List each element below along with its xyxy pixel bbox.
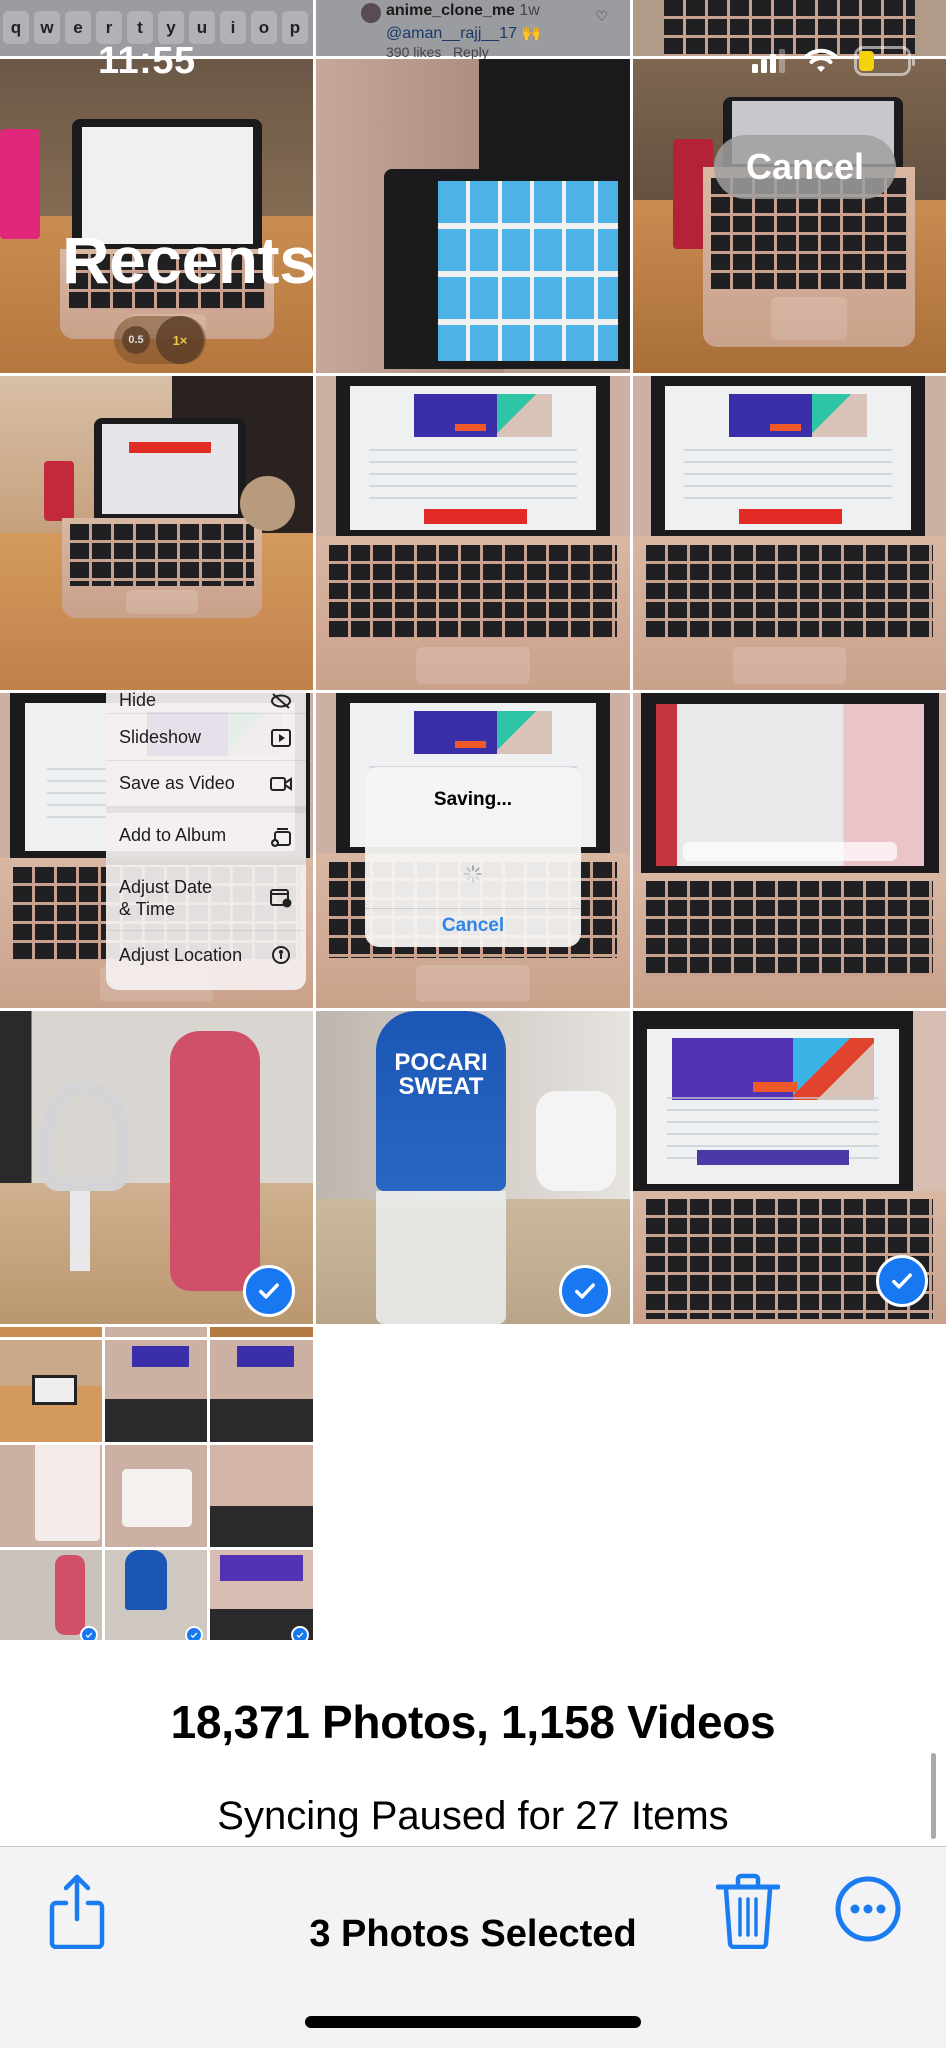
- camera-zoom-control: 0.5 1×: [114, 316, 206, 364]
- context-menu-in-photo: Hide Slideshow Save as Video Add to Albu…: [106, 690, 306, 990]
- status-icons: [752, 46, 916, 76]
- menu-item-adjust-date-time: Adjust Date & Time: [106, 865, 306, 931]
- keyboard-key: q: [3, 11, 29, 44]
- keyboard-key: w: [34, 11, 60, 44]
- library-counts: 18,371 Photos, 1,158 Videos: [170, 1696, 776, 1748]
- selected-checkmark[interactable]: [876, 1255, 928, 1307]
- photo-tile-selected[interactable]: [0, 1011, 313, 1324]
- checkmark-icon: [85, 1632, 93, 1638]
- alert-title: Saving...: [433, 789, 513, 810]
- selection-count-label: 3 Photos Selected: [309, 1913, 637, 1955]
- cellular-signal-icon: [752, 49, 785, 73]
- menu-item-save-as-video: Save as Video: [106, 761, 306, 807]
- photo-tile[interactable]: [633, 693, 946, 1008]
- menu-item-slideshow: Slideshow: [106, 715, 306, 761]
- comment-avatar: [361, 3, 381, 23]
- checkmark-icon: [190, 1632, 198, 1638]
- keyboard-key: e: [65, 11, 91, 44]
- selected-checkmark: [80, 1626, 98, 1640]
- cancel-selection-button[interactable]: Cancel: [714, 135, 896, 199]
- menu-item-label: Slideshow: [119, 727, 202, 747]
- comment-likes: 390 likes Reply: [386, 44, 489, 60]
- eye-slash-icon: [270, 690, 292, 712]
- comment-text: @aman__rajj__17 🙌: [386, 25, 542, 42]
- video-camera-icon: [270, 773, 292, 795]
- comment-age: 1w: [519, 2, 540, 19]
- photo-tile[interactable]: [0, 376, 313, 690]
- zoom-option-1x: 1×: [156, 316, 204, 364]
- saving-alert-in-photo: Saving... Cancel: [365, 767, 581, 947]
- battery-low-icon: [854, 46, 915, 76]
- spinner-icon: [464, 865, 482, 883]
- selection-toolbar: 3 Photos Selected: [0, 1846, 946, 2048]
- selected-checkmark[interactable]: [243, 1265, 295, 1317]
- menu-item-label: Adjust Location: [119, 944, 243, 965]
- comment-username-text: anime_clone_me: [386, 2, 515, 19]
- album-title: Recents: [62, 223, 316, 297]
- status-time: 11:55: [98, 40, 196, 82]
- photo-tile[interactable]: [316, 59, 630, 373]
- heart-icon: ♡: [595, 8, 608, 24]
- checkmark-icon: [259, 1283, 279, 1299]
- sync-status: Syncing Paused for 27 Items: [217, 1794, 729, 1838]
- alert-cancel-text: Cancel: [441, 915, 505, 936]
- comment-likes-count: 390 likes: [386, 44, 442, 60]
- bottle-label: POCARI SWEAT: [394, 1049, 488, 1100]
- keyboard-key: i: [220, 11, 246, 44]
- more-button[interactable]: [832, 1873, 904, 1945]
- wifi-icon: [804, 48, 838, 72]
- menu-item-label: Add to Album: [119, 825, 227, 845]
- selected-checkmark: [185, 1626, 203, 1640]
- photo-tile-selected[interactable]: POCARI SWEAT: [316, 1011, 630, 1324]
- delete-button[interactable]: [712, 1871, 784, 1951]
- trash-icon: [716, 1873, 780, 1949]
- photo-tile[interactable]: [316, 376, 630, 690]
- checkmark-icon: [296, 1632, 304, 1638]
- menu-item-hide: Hide: [106, 690, 306, 714]
- keyboard-key: o: [251, 11, 277, 44]
- alert-divider: [365, 908, 581, 909]
- selected-checkmark[interactable]: [559, 1265, 611, 1317]
- menu-item-label: Save as Video: [119, 773, 235, 793]
- menu-item-add-to-album: Add to Album: [106, 813, 306, 859]
- zoom-option-0.5: 0.5: [122, 326, 150, 354]
- ellipsis-circle-icon: [835, 1876, 901, 1942]
- menu-item-adjust-location: Adjust Location: [106, 931, 306, 979]
- background-comment-screenshot[interactable]: anime_clone_me 1w @aman__rajj__17 🙌 390 …: [316, 0, 630, 60]
- photo-tile[interactable]: [633, 376, 946, 690]
- selected-checkmark: [291, 1626, 309, 1640]
- nested-screenshot-thumbnail[interactable]: [0, 1327, 313, 1640]
- calendar-clock-icon: [270, 887, 292, 909]
- photo-tile[interactable]: [633, 59, 946, 373]
- keyboard-key: p: [282, 11, 308, 44]
- menu-item-label: Hide: [119, 690, 157, 710]
- add-to-album-icon: [270, 825, 292, 847]
- location-info-icon: [270, 944, 292, 966]
- comment-username: anime_clone_me 1w: [386, 2, 540, 20]
- checkmark-icon: [575, 1283, 595, 1299]
- play-rectangle-icon: [270, 727, 292, 749]
- home-indicator[interactable]: [305, 2016, 641, 2028]
- scrollbar[interactable]: [931, 1753, 936, 1839]
- photo-tile-selected[interactable]: [633, 1011, 946, 1324]
- checkmark-icon: [892, 1273, 912, 1289]
- menu-item-label: Adjust Date & Time: [119, 876, 213, 919]
- comment-reply: Reply: [452, 44, 489, 60]
